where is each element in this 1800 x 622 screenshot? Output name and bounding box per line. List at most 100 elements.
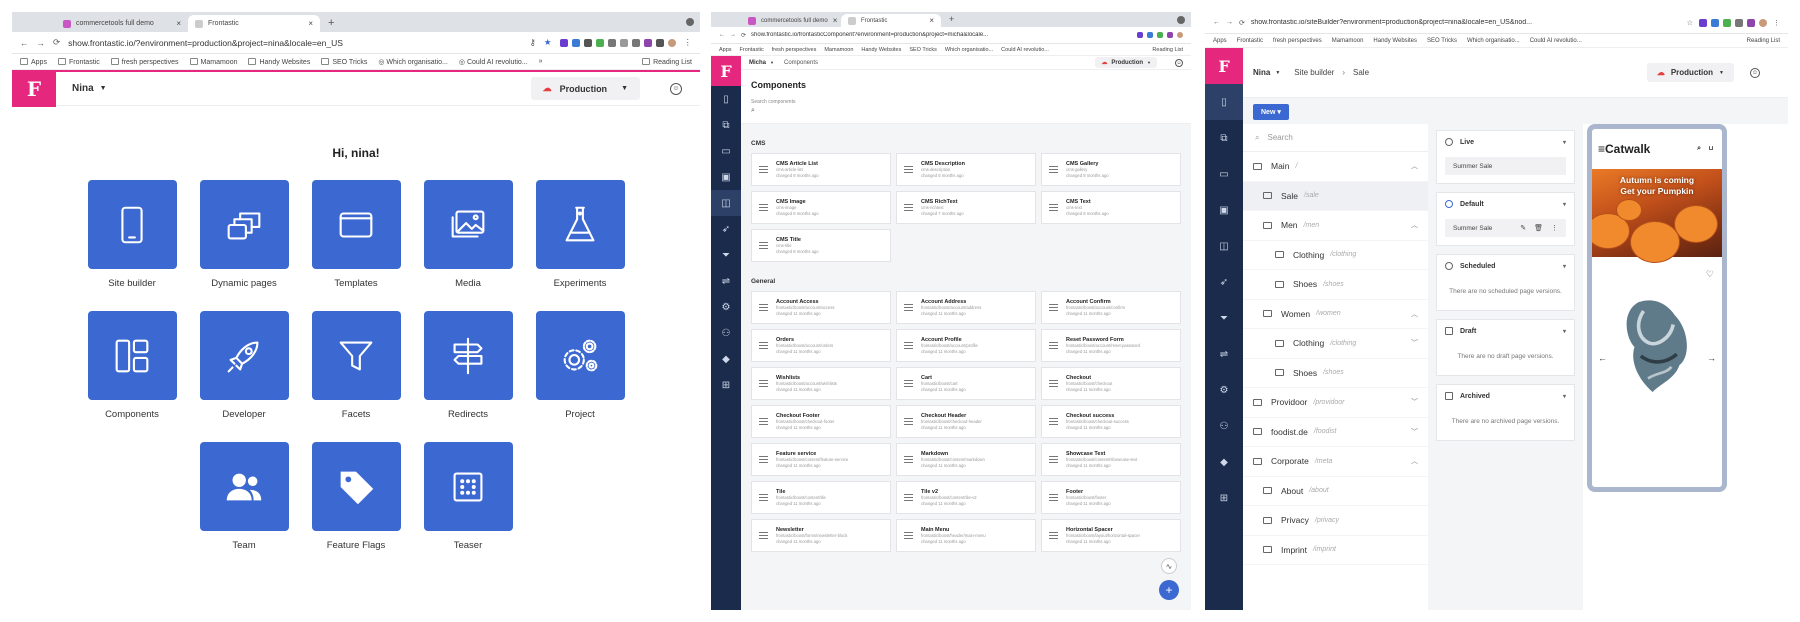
nav-facets-icon[interactable]: ⏷ <box>711 242 741 268</box>
component-card[interactable]: Account Profile frontastic/boost/account/… <box>896 329 1036 362</box>
frontastic-logo[interactable]: F <box>1205 48 1243 84</box>
nav-components-icon[interactable]: ◫ <box>1205 228 1243 264</box>
arrow-right-icon[interactable]: → <box>1707 353 1716 363</box>
extension-icon[interactable] <box>571 38 580 47</box>
project-selector[interactable]: Nina ▼ <box>1253 68 1280 77</box>
nav-developer-icon[interactable]: ➶ <box>711 216 741 242</box>
new-tab-button[interactable]: + <box>320 17 342 32</box>
bookmark-folder[interactable]: SEO Tricks <box>1427 38 1457 44</box>
extension-icon[interactable] <box>1167 32 1173 38</box>
user-icon[interactable]: ☺ <box>1750 67 1760 78</box>
environment-selector[interactable]: ☁ Production ▼ <box>530 77 640 100</box>
component-card[interactable]: Orders frontastic/boost/account/orders cha… <box>751 329 891 362</box>
chevron-up-icon[interactable]: ︿ <box>1411 220 1418 230</box>
nav-team-icon[interactable]: ⚇ <box>1205 408 1243 444</box>
reading-list[interactable]: Reading List <box>1747 38 1780 44</box>
component-card[interactable]: Account Access frontastic/boost/account/a… <box>751 291 891 324</box>
live-header[interactable]: Live ▾ <box>1437 131 1574 153</box>
component-card[interactable]: Showcase Text frontastic/boost/content/sh… <box>1041 443 1181 476</box>
tree-row[interactable]: Clothing/clothing ﹀ <box>1243 329 1428 359</box>
tile-experiments[interactable]: Experiments <box>524 180 636 289</box>
tile-team[interactable]: Team <box>188 442 300 551</box>
tile-teaser[interactable]: Teaser <box>412 442 524 551</box>
nav-teaser-icon[interactable]: ⊞ <box>711 372 741 398</box>
arrow-left-icon[interactable]: ← <box>1598 353 1607 363</box>
extension-icon[interactable] <box>1747 18 1755 27</box>
chevron-down-icon[interactable]: ▾ <box>1563 263 1566 270</box>
bookmark-apps[interactable]: Apps <box>1213 38 1227 44</box>
extension-icon[interactable] <box>1147 32 1153 38</box>
bookmark-folder[interactable]: SEO Tricks <box>321 57 367 66</box>
tile-facets[interactable]: Facets <box>300 311 412 420</box>
breadcrumb-site-builder[interactable]: Site builder <box>1294 68 1334 77</box>
nav-templates-icon[interactable]: ▭ <box>1205 156 1243 192</box>
component-card[interactable]: Reset Password Form frontastic/boost/acco… <box>1041 329 1181 362</box>
extension-icon[interactable] <box>643 38 652 47</box>
component-card[interactable]: Checkout frontastic/boost/checkout changed… <box>1041 367 1181 400</box>
tree-row[interactable]: About/about <box>1243 477 1428 506</box>
forward-icon[interactable]: → <box>1226 19 1233 26</box>
chart-icon[interactable]: ∿ <box>1161 558 1177 574</box>
component-card[interactable]: Cart frontastic/boost/cart changed 11 mont… <box>896 367 1036 400</box>
more-bookmarks-icon[interactable]: » <box>539 58 543 65</box>
menu-dots-icon[interactable]: ⋮ <box>684 37 693 48</box>
extension-icon[interactable] <box>1699 18 1707 27</box>
nav-teaser-icon[interactable]: ⊞ <box>1205 480 1243 516</box>
nav-facets-icon[interactable]: ⏷ <box>1205 300 1243 336</box>
bookmark-folder[interactable]: Frontastic <box>1237 38 1263 44</box>
tree-row[interactable]: Imprint/imprint <box>1243 536 1428 565</box>
url-field[interactable]: show.frontastic.io/siteBuilder?environme… <box>1251 19 1681 26</box>
tree-row[interactable]: Main / ︿ <box>1243 152 1428 182</box>
frontastic-logo[interactable]: F <box>12 70 56 107</box>
tree-row[interactable]: Women/women ︿ <box>1243 300 1428 329</box>
user-icon[interactable]: ☺ <box>670 82 682 95</box>
component-card[interactable]: Tile frontastic/boost/content/tile changed… <box>751 481 891 514</box>
browser-tab-active[interactable]: Frontastic × <box>841 14 941 27</box>
extension-icon[interactable] <box>1137 32 1143 38</box>
tree-row[interactable]: Sale/sale <box>1243 181 1428 211</box>
browser-tab-active[interactable]: Frontastic × <box>188 15 320 32</box>
component-card[interactable]: Account Address frontastic/boost/account/… <box>896 291 1036 324</box>
component-card[interactable]: CMS Title cms-title changed 8 months ago <box>751 229 891 262</box>
profile-avatar[interactable] <box>667 38 676 47</box>
component-card[interactable]: CMS Text cms-text changed 8 months ago <box>1041 191 1181 224</box>
close-tab-icon[interactable]: × <box>929 16 934 25</box>
component-card[interactable]: Newsletter frontastic/boost/forms/newslet… <box>751 519 891 552</box>
environment-selector[interactable]: ☁ Production ▼ <box>1646 63 1734 82</box>
bookmark-folder[interactable]: Handy Websites <box>248 57 310 66</box>
component-card[interactable]: Main Menu frontastic/boost/header/main-me… <box>896 519 1036 552</box>
chevron-up-icon[interactable]: ︿ <box>1411 309 1418 319</box>
nav-redirects-icon[interactable]: ⇌ <box>1205 336 1243 372</box>
tree-row[interactable]: Clothing/clothing <box>1243 241 1428 270</box>
add-component-button[interactable]: + <box>1159 580 1179 600</box>
edit-icon[interactable]: ✎ <box>1520 224 1526 232</box>
close-tab-icon[interactable]: × <box>308 19 313 28</box>
extension-icon[interactable] <box>559 38 568 47</box>
extension-icon[interactable] <box>1711 18 1719 27</box>
bookmark-folder[interactable]: Mamamoon <box>1332 38 1364 44</box>
bookmark-apps[interactable]: Apps <box>719 47 732 53</box>
chevron-down-icon[interactable]: ▾ <box>1563 139 1566 146</box>
component-card[interactable]: Account Confirm frontastic/boost/account/… <box>1041 291 1181 324</box>
chevron-down-icon[interactable]: ﹀ <box>1411 338 1418 348</box>
component-card[interactable]: CMS Article List cms-article-list changed … <box>751 153 891 186</box>
component-card[interactable]: Horizontal Spacer frontastic/boost/layout… <box>1041 519 1181 552</box>
star-icon[interactable]: ★ <box>544 37 552 48</box>
bookmark-folder[interactable]: Handy Websites <box>861 47 901 53</box>
bookmark-folder[interactable]: fresh perspectives <box>1273 38 1322 44</box>
default-header[interactable]: Default ▾ <box>1437 193 1574 215</box>
nav-media-icon[interactable]: ▣ <box>711 164 741 190</box>
extension-icon[interactable] <box>595 38 604 47</box>
chevron-down-icon[interactable]: ﹀ <box>1411 427 1418 437</box>
component-card[interactable]: CMS Description cms-description changed 8 … <box>896 153 1036 186</box>
component-card[interactable]: Tile v2 frontastic/boost/content/tile-v2 c… <box>896 481 1036 514</box>
bookmark-folder[interactable]: Frontastic <box>740 47 764 53</box>
window-close-icon[interactable] <box>1177 16 1185 24</box>
tree-row[interactable]: Providoor/providoor ﹀ <box>1243 388 1428 418</box>
bookmark-folder[interactable]: fresh perspectives <box>110 57 179 66</box>
tree-row[interactable]: Privacy/privacy <box>1243 506 1428 536</box>
bookmark-apps[interactable]: Apps <box>20 57 47 66</box>
environment-selector[interactable]: ☁ Production ▼ <box>1095 57 1157 68</box>
close-tab-icon[interactable]: × <box>176 19 181 28</box>
puzzle-icon[interactable] <box>655 38 664 47</box>
